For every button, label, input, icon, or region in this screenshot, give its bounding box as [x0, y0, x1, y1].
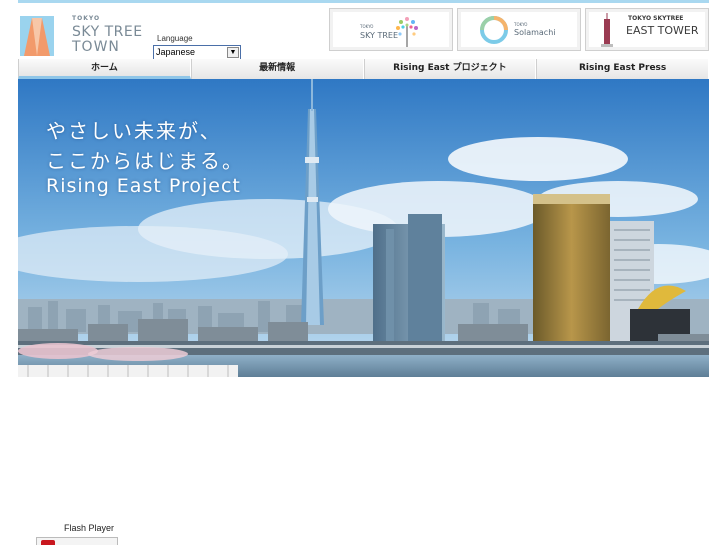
banner-skytree-small: TOKYO [360, 24, 374, 29]
logo-line2-text: TOWN [72, 39, 120, 55]
banner-solamachi-small: TOKYO [514, 22, 528, 27]
nav-item-home[interactable]: ホーム [18, 59, 191, 79]
chevron-down-icon[interactable]: ▼ [227, 47, 239, 58]
banner-skytree[interactable]: TOKYO SKY TREE [329, 8, 453, 51]
nav-item-press[interactable]: Rising East Press [536, 59, 709, 79]
logo-line1-text: SKY TREE [72, 24, 143, 40]
hero-image[interactable]: やさしい未来が、 ここからはじまる。 Rising East Project [18, 79, 709, 377]
east-tower-building-icon [601, 13, 613, 47]
solamachi-ring-icon [480, 16, 508, 44]
top-accent-strip [18, 0, 709, 3]
language-selected-value: Japanese [156, 47, 196, 57]
hero-headline-line1: やさしい未来が、 [46, 119, 222, 143]
banner-east-tower-top: TOKYO SKYTREE [628, 15, 684, 22]
site-logo[interactable]: TOKYO SKY TREE TOWN [20, 14, 142, 58]
logo-mark-icon [20, 16, 54, 56]
flash-logo-icon [41, 540, 55, 545]
logo-tokyo-text: TOKYO [72, 15, 101, 22]
banner-solamachi[interactable]: TOKYO Solamachi [457, 8, 581, 51]
banner-skytree-main: SKY TREE [360, 31, 399, 40]
banner-east-tower[interactable]: TOKYO SKYTREE EAST TOWER [585, 8, 709, 51]
banner-east-tower-main: EAST TOWER [626, 24, 699, 37]
flash-player-label: Flash Player [64, 523, 115, 533]
language-select[interactable]: Japanese ▼ [153, 45, 241, 60]
banner-solamachi-main: Solamachi [514, 28, 556, 37]
hero-headline-line2: ここからはじまる。 [46, 149, 244, 173]
language-label: Language [157, 34, 193, 43]
hero-project-title: Rising East Project [46, 175, 241, 197]
main-nav: ホーム 最新情報 Rising East プロジェクト Rising East … [18, 59, 709, 79]
nav-item-project[interactable]: Rising East プロジェクト [363, 59, 537, 79]
get-flash-player-button[interactable] [36, 537, 118, 545]
nav-item-news[interactable]: 最新情報 [190, 59, 364, 79]
skytree-tree-icon [396, 17, 418, 47]
